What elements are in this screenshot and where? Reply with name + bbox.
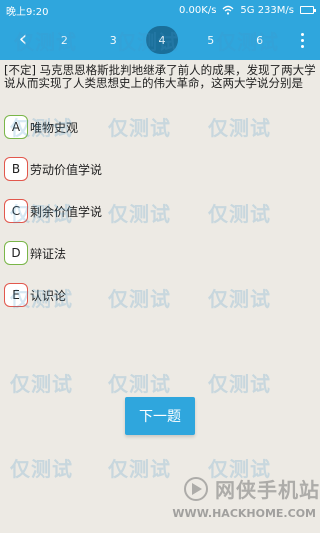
watermark: 仅测试	[208, 457, 271, 481]
status-right: 0.00K/s 5G 233M/s	[179, 4, 316, 16]
option-letter: C	[4, 199, 28, 223]
status-time: 晚上9:20	[6, 6, 49, 18]
watermark: 仅测试	[108, 372, 171, 396]
option-label: 认识论	[30, 288, 67, 303]
option-letter: D	[4, 241, 28, 265]
watermark: 仅测试	[10, 372, 73, 396]
page-tab[interactable]: 6	[244, 26, 276, 54]
option-e[interactable]: E 认识论	[4, 281, 316, 309]
more-icon[interactable]	[294, 27, 310, 53]
brand-row: 网侠手机站	[183, 474, 320, 503]
options-list: A 唯物史观 B 劳动价值学说 C 剩余价值学说 D 辩证法 E 认识论	[4, 113, 316, 323]
status-bar: 晚上9:20 0.00K/s 5G 233M/s	[0, 0, 320, 20]
status-left: 晚上9:20	[6, 3, 48, 18]
page-tab[interactable]: 3	[97, 26, 129, 54]
watermark: 仅测试	[108, 457, 171, 481]
option-label: 辩证法	[30, 246, 67, 261]
option-c[interactable]: C 剩余价值学说	[4, 197, 316, 225]
option-d[interactable]: D 辩证法	[4, 239, 316, 267]
option-letter: B	[4, 157, 28, 181]
network-speed: 0.00K/s	[179, 4, 217, 16]
page-tab[interactable]: 4	[145, 26, 178, 54]
top-bar: ‹ 2 3 4 5 6	[0, 20, 320, 60]
question-text: [不定] 马克思恩格斯批判地继承了前人的成果，发现了两大学说从而实现了人类思想史…	[4, 63, 316, 90]
option-b[interactable]: B 劳动价值学说	[4, 155, 316, 183]
brand-url: WWW.HACKHOME.COM	[172, 507, 316, 520]
option-letter: A	[4, 115, 28, 139]
page-tabs: 2 3 4 5 6	[40, 26, 294, 54]
next-question-button[interactable]: 下一题	[125, 397, 195, 435]
brand-watermark: 网侠手机站 WWW.HACKHOME.COM	[150, 474, 320, 530]
brand-name: 网侠手机站	[215, 478, 320, 502]
page-tab[interactable]: 2	[48, 26, 80, 54]
watermark: 仅测试	[208, 372, 271, 396]
battery-icon	[300, 6, 316, 14]
watermark: 仅测试	[10, 457, 73, 481]
brand-logo-icon	[184, 476, 208, 501]
back-icon[interactable]: ‹	[10, 27, 36, 53]
option-label: 劳动价值学说	[30, 162, 103, 177]
wifi-icon	[222, 5, 234, 15]
option-label: 剩余价值学说	[30, 204, 103, 219]
page-tab[interactable]: 5	[195, 26, 227, 54]
option-a[interactable]: A 唯物史观	[4, 113, 316, 141]
option-letter: E	[4, 283, 28, 307]
option-label: 唯物史观	[30, 120, 79, 135]
network-status: 5G 233M/s	[240, 4, 294, 16]
